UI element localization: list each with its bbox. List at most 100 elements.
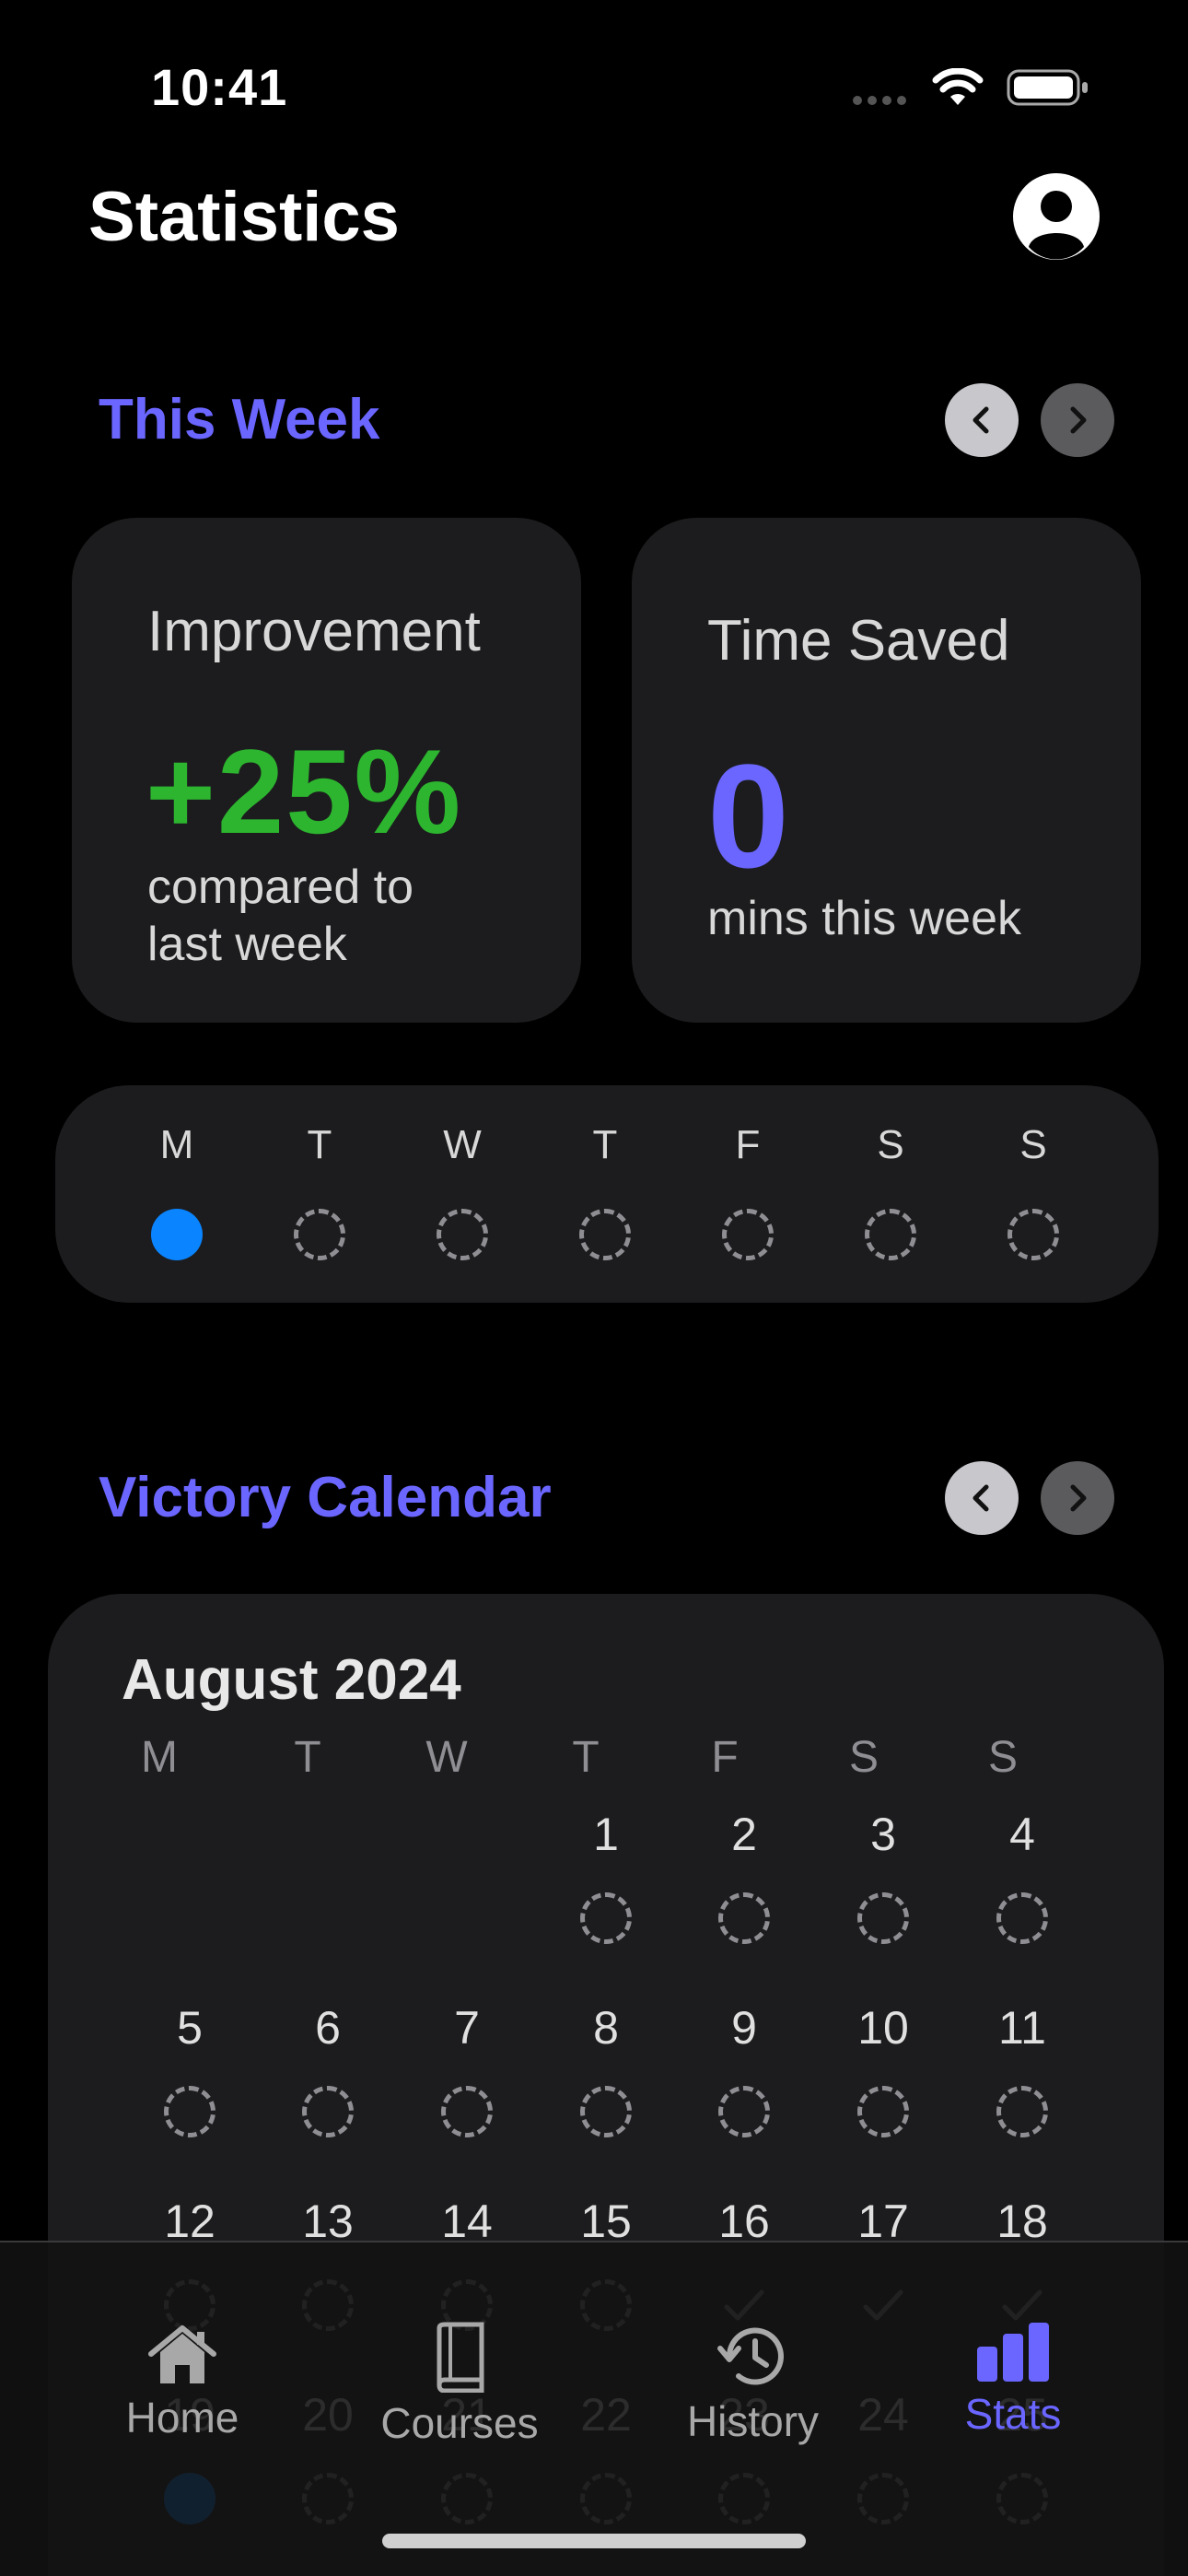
calendar-day[interactable]: 11 [972, 2001, 1073, 2176]
week-day-empty-dot [294, 1209, 345, 1260]
improvement-card: Improvement +25% compared to last week [72, 518, 581, 1023]
week-day: T [264, 1085, 375, 1303]
calendar-weekday-label: F [711, 1733, 739, 1782]
calendar-day-number: 1 [593, 1809, 619, 1860]
week-day-letter: F [735, 1122, 761, 1167]
calendar-day-number: 11 [998, 2002, 1046, 2054]
calendar-day[interactable]: 7 [416, 2001, 518, 2176]
calendar-day-empty-dot [857, 2086, 909, 2137]
time-saved-label: Time Saved [707, 609, 1010, 673]
calendar-day[interactable]: 3 [833, 1808, 934, 1983]
calendar-day-empty-dot [441, 2086, 493, 2137]
calendar-day-empty-dot [996, 1892, 1048, 1944]
week-day: T [550, 1085, 660, 1303]
calendar-day-number: 10 [857, 2002, 909, 2054]
time-saved-sub: mins this week [707, 892, 1021, 945]
battery-icon [1007, 69, 1088, 106]
time-saved-card: Time Saved 0 mins this week [632, 518, 1141, 1023]
calendar-day-number: 5 [177, 2002, 203, 2054]
improvement-sub-line1: compared to [147, 861, 414, 914]
calendar-day-number: 6 [315, 2002, 341, 2054]
calendar-weekday-label: S [987, 1733, 1018, 1782]
week-day: W [407, 1085, 518, 1303]
home-indicator [382, 2534, 806, 2548]
calendar-weekday-label: M [141, 1733, 178, 1782]
week-day: M [122, 1085, 232, 1303]
calendar-next-button[interactable] [1041, 1461, 1114, 1535]
chevron-left-icon [973, 406, 989, 434]
week-prev-button[interactable] [945, 383, 1019, 457]
week-next-button[interactable] [1041, 383, 1114, 457]
calendar-day-number: 3 [870, 1809, 896, 1860]
week-day-empty-dot [437, 1209, 488, 1260]
calendar-day[interactable]: 1 [555, 1808, 657, 1983]
tab-bar: Home Courses History Stats [0, 2241, 1188, 2576]
week-day-letter: T [307, 1122, 332, 1167]
chevron-right-icon [1070, 406, 1087, 434]
tab-home[interactable]: Home [118, 2321, 247, 2442]
calendar-day-empty-dot [302, 2086, 354, 2137]
calendar-day[interactable]: 5 [139, 2001, 240, 2176]
tab-home-label: Home [125, 2394, 239, 2441]
week-day-empty-dot [1007, 1209, 1059, 1260]
improvement-label: Improvement [147, 600, 481, 663]
calendar-day[interactable]: 10 [833, 2001, 934, 2176]
calendar-weekday-label: W [425, 1733, 468, 1782]
tab-history-label: History [686, 2397, 820, 2445]
week-day: S [978, 1085, 1089, 1303]
calendar-day[interactable]: 9 [693, 2001, 795, 2176]
calendar-day-empty-dot [718, 1892, 770, 1944]
time-saved-value: 0 [707, 733, 789, 898]
calendar-day-empty-dot [718, 2086, 770, 2137]
week-day: F [693, 1085, 803, 1303]
tab-stats[interactable]: Stats [958, 2321, 1068, 2439]
calendar-day-number: 2 [731, 1809, 757, 1860]
calendar-weekday-label: T [294, 1733, 321, 1782]
week-day-letter: W [443, 1122, 482, 1167]
history-clock-icon [716, 2327, 784, 2385]
calendar-weekday-label: T [572, 1733, 600, 1782]
calendar-day-number: 9 [731, 2002, 757, 2054]
week-day-letter: S [1019, 1122, 1047, 1167]
calendar-day-number: 8 [593, 2002, 619, 2054]
tab-courses[interactable]: Courses [372, 2321, 547, 2448]
wifi-icon [932, 68, 984, 105]
improvement-value: +25% [146, 724, 463, 859]
week-day-completed-dot [151, 1209, 203, 1260]
house-icon [148, 2325, 216, 2383]
calendar-day-empty-dot [580, 1892, 632, 1944]
this-week-title: This Week [99, 388, 380, 451]
calendar-weekday-label: S [848, 1733, 879, 1782]
calendar-day[interactable]: 2 [693, 1808, 795, 1983]
profile-button[interactable] [1013, 173, 1100, 260]
chevron-left-icon [973, 1484, 989, 1512]
week-day-empty-dot [722, 1209, 774, 1260]
calendar-day-empty-dot [857, 1892, 909, 1944]
week-progress-strip: MTWTFSS [55, 1085, 1159, 1303]
calendar-day[interactable]: 4 [972, 1808, 1073, 1983]
week-day-empty-dot [579, 1209, 631, 1260]
calendar-day-number: 4 [1009, 1809, 1035, 1860]
user-avatar-icon [1029, 191, 1084, 260]
bar-chart-icon [977, 2323, 1049, 2382]
calendar-day-empty-dot [580, 2086, 632, 2137]
improvement-sub-line2: last week [147, 918, 347, 971]
calendar-day[interactable]: 8 [555, 2001, 657, 2176]
week-day-empty-dot [865, 1209, 916, 1260]
week-day-letter: M [159, 1122, 194, 1167]
tab-stats-label: Stats [964, 2390, 1062, 2438]
calendar-day[interactable]: 6 [277, 2001, 379, 2176]
tab-courses-label: Courses [380, 2399, 539, 2447]
week-day-letter: S [877, 1122, 904, 1167]
week-day-letter: T [592, 1122, 618, 1167]
page-title: Statistics [88, 178, 400, 256]
book-icon [437, 2322, 484, 2393]
cellular-signal-icon [853, 96, 906, 105]
tab-history[interactable]: History [677, 2321, 829, 2446]
chevron-right-icon [1070, 1484, 1087, 1512]
calendar-prev-button[interactable] [945, 1461, 1019, 1535]
calendar-month-title: August 2024 [122, 1648, 461, 1712]
calendar-day-number: 7 [454, 2002, 480, 2054]
calendar-day-empty-dot [996, 2086, 1048, 2137]
calendar-day-empty-dot [164, 2086, 215, 2137]
